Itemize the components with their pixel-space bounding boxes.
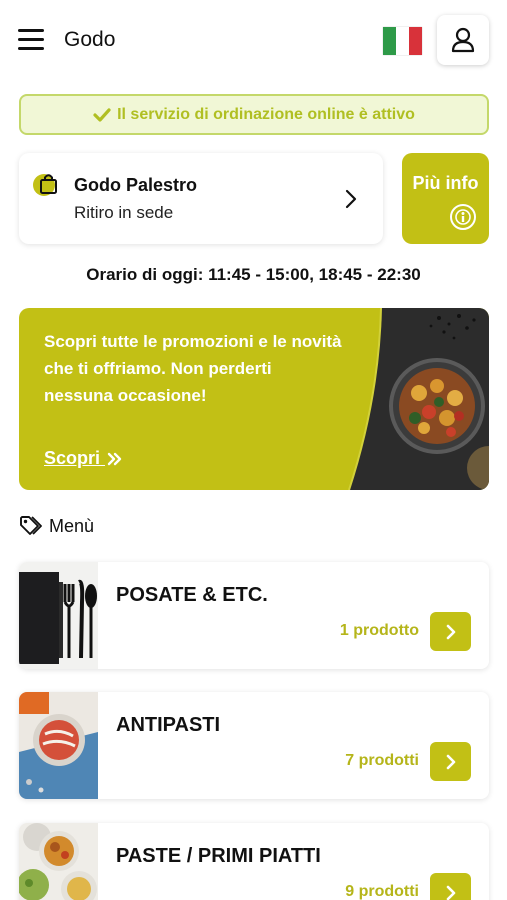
- tag-icon: [20, 516, 42, 535]
- info-icon: [450, 204, 476, 230]
- chevron-right-icon: [446, 885, 455, 900]
- category-name: ANTIPASTI: [116, 714, 221, 736]
- shopping-bag-icon: [33, 174, 57, 196]
- chevron-right-icon: [446, 624, 455, 639]
- more-info-label: Più info: [412, 173, 479, 193]
- store-name: Godo Palestro: [74, 175, 198, 195]
- category-card-paste[interactable]: PASTE / PRIMI PIATTI 9 prodotti: [19, 823, 489, 900]
- menu-section-heading: Menù: [19, 515, 94, 537]
- promo-link-label: Scopri: [44, 448, 101, 468]
- category-image: [19, 692, 98, 799]
- category-count: 7 prodotti: [345, 752, 419, 769]
- store-mode: Ritiro in sede: [74, 203, 174, 222]
- chevron-right-icon: [345, 189, 357, 209]
- menu-section-label: Menù: [49, 515, 95, 536]
- promo-text: Scopri tutte le promozioni e le novità c…: [44, 332, 342, 405]
- store-selector[interactable]: Godo Palestro Ritiro in sede: [19, 153, 383, 244]
- promo-discover-link[interactable]: Scopri: [44, 448, 123, 469]
- app-header: Godo: [0, 0, 507, 82]
- promo-banner[interactable]: Scopri tutte le promozioni e le novità c…: [19, 308, 489, 490]
- double-chevron-right-icon: [107, 453, 122, 466]
- profile-button[interactable]: [437, 15, 489, 65]
- category-open-button[interactable]: [430, 742, 471, 781]
- category-card-posate[interactable]: POSATE & ETC. 1 prodotto: [19, 562, 489, 669]
- user-icon: [451, 27, 475, 53]
- category-card-antipasti[interactable]: ANTIPASTI 7 prodotti: [19, 692, 489, 799]
- check-icon: [93, 107, 111, 122]
- status-text: Il servizio di ordinazione online è atti…: [117, 105, 415, 123]
- more-info-button[interactable]: Più info: [402, 153, 489, 244]
- app-title: Godo: [64, 28, 116, 51]
- category-count: 9 prodotti: [345, 883, 419, 900]
- category-open-button[interactable]: [430, 612, 471, 651]
- category-image: [19, 562, 98, 669]
- chevron-right-icon: [446, 754, 455, 769]
- italian-flag-icon[interactable]: [383, 27, 422, 55]
- category-open-button[interactable]: [430, 873, 471, 900]
- opening-hours: Orario di oggi: 11:45 - 15:00, 18:45 - 2…: [86, 265, 421, 284]
- hamburger-menu-icon[interactable]: [18, 29, 44, 51]
- ordering-status-banner: Il servizio di ordinazione online è atti…: [19, 94, 489, 135]
- category-name: POSATE & ETC.: [116, 584, 268, 606]
- category-image: [19, 823, 98, 900]
- category-count: 1 prodotto: [339, 622, 419, 639]
- category-name: PASTE / PRIMI PIATTI: [116, 845, 321, 867]
